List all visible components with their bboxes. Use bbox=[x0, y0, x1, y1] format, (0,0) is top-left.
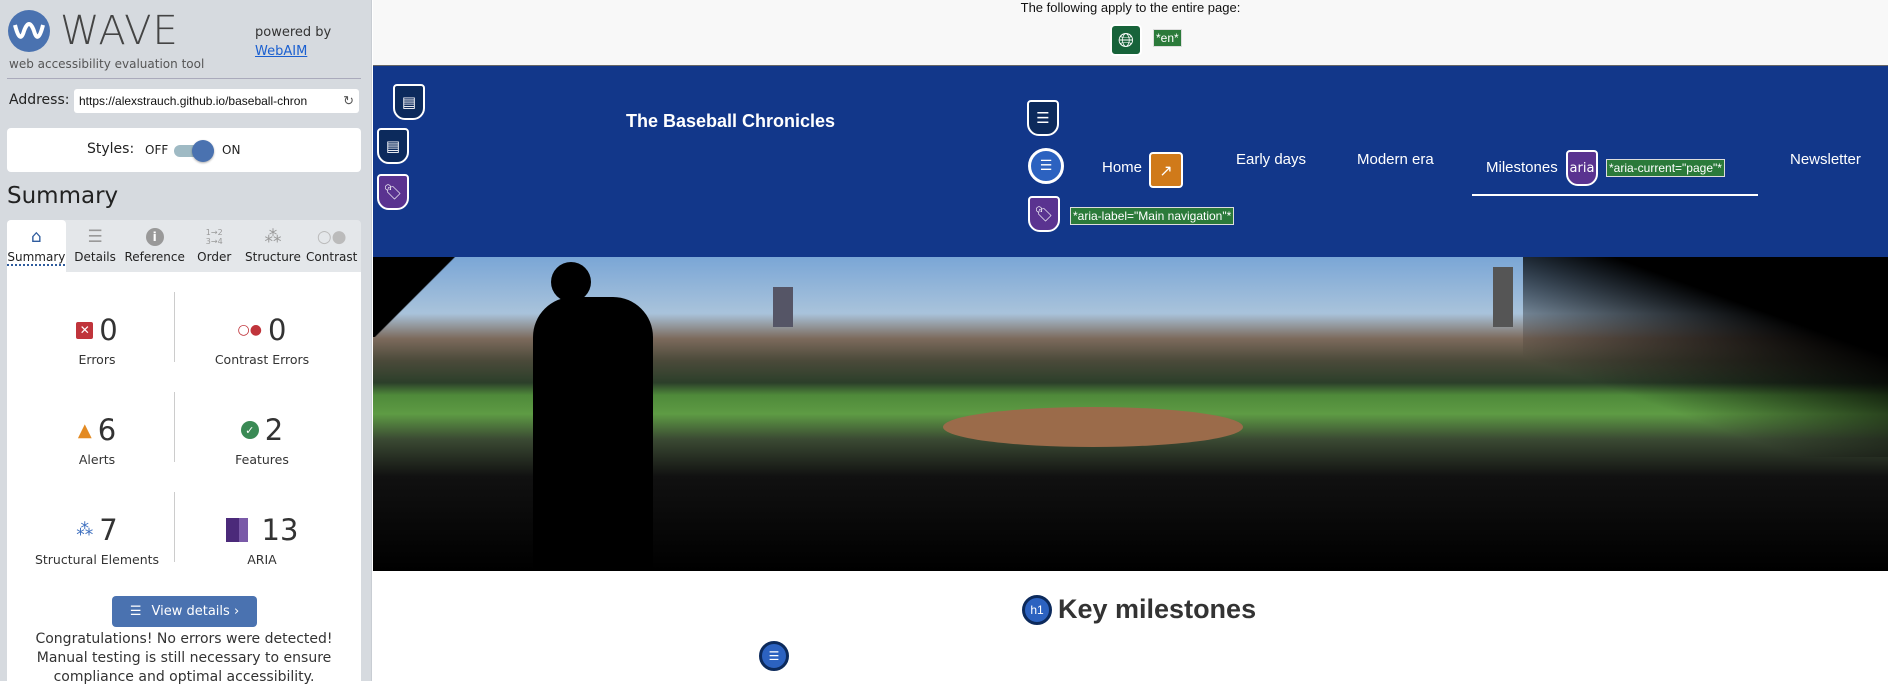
stat-value: 6 bbox=[97, 413, 117, 447]
tab-label: Structure bbox=[245, 250, 301, 264]
aria-icon[interactable]: aria bbox=[1566, 150, 1598, 186]
divider bbox=[7, 78, 361, 79]
contrast-error-icon: ○● bbox=[237, 322, 262, 338]
stat-contrast-errors[interactable]: ○● 0 Contrast Errors bbox=[177, 312, 347, 367]
stat-label: ARIA bbox=[247, 552, 277, 567]
wave-subtitle: web accessibility evaluation tool bbox=[9, 57, 205, 71]
congrats-message: Congratulations! No errors were detected… bbox=[35, 631, 333, 685]
home-icon: ⌂ bbox=[30, 227, 42, 247]
stat-value: 0 bbox=[99, 313, 118, 347]
language-icon[interactable]: 🌐︎ bbox=[1110, 24, 1142, 56]
styles-on-label: ON bbox=[222, 143, 241, 157]
structure-icon: ⁂ bbox=[264, 227, 282, 247]
summary-heading: Summary bbox=[7, 183, 119, 209]
aria-label-icon[interactable]: 🏷︎ bbox=[377, 174, 409, 210]
wave-logo-icon bbox=[8, 10, 50, 52]
tab-label: Reference bbox=[124, 250, 185, 264]
stat-label: Features bbox=[235, 452, 289, 467]
order-icon: 1→2 3→4 bbox=[205, 228, 223, 246]
redundant-link-alert-icon[interactable]: ↗ bbox=[1149, 152, 1183, 188]
nav-early-days[interactable]: Early days bbox=[1236, 151, 1306, 168]
aria-label-tag: *aria-label="Main navigation"* bbox=[1070, 207, 1235, 225]
site-header: ▤ ▤ 🏷︎ The Baseball Chronicles ☰ ☰ 🏷︎ *a… bbox=[373, 66, 1888, 257]
header-region-icon[interactable]: ▤ bbox=[377, 128, 409, 164]
webaim-link[interactable]: WebAIM bbox=[255, 44, 307, 59]
view-details-button[interactable]: ☰ View details › bbox=[112, 596, 257, 627]
stat-label: Structural Elements bbox=[34, 552, 160, 567]
aria-icon bbox=[225, 518, 248, 542]
toggle-knob[interactable] bbox=[192, 140, 214, 162]
stat-label: Alerts bbox=[78, 452, 116, 467]
wave-sidebar: WAVE web accessibility evaluation tool p… bbox=[0, 0, 372, 685]
page-heading: h1 Key milestones bbox=[1022, 594, 1256, 625]
list-icon[interactable]: ☰ bbox=[759, 641, 789, 671]
stat-label: Errors bbox=[78, 352, 116, 367]
info-icon: i bbox=[124, 224, 184, 250]
divider bbox=[174, 492, 175, 562]
stat-value: 0 bbox=[267, 313, 287, 347]
stat-value: 7 bbox=[99, 513, 118, 547]
feature-check-icon: ✓ bbox=[240, 421, 259, 439]
styles-label: Styles: bbox=[87, 141, 135, 157]
styles-toggle-box: Styles: OFF ON bbox=[7, 128, 361, 172]
h1-icon[interactable]: h1 bbox=[1022, 594, 1052, 625]
tab-label: Details bbox=[74, 250, 116, 264]
structure-icon: ⁂ bbox=[76, 520, 94, 540]
nav-home[interactable]: Home bbox=[1102, 159, 1142, 176]
alert-icon: ▲ bbox=[77, 419, 92, 441]
stat-label: Contrast Errors bbox=[214, 352, 310, 367]
contrast-icon: ○● bbox=[316, 227, 347, 247]
aria-label-icon[interactable]: 🏷︎ bbox=[1028, 196, 1060, 232]
nav-milestones[interactable]: Milestones bbox=[1486, 159, 1558, 176]
address-value: https://alexstrauch.github.io/baseball-c… bbox=[79, 94, 308, 108]
tab-summary[interactable]: ⌂ Summary bbox=[7, 220, 66, 272]
wave-title: WAVE bbox=[60, 8, 179, 54]
heading-text: Key milestones bbox=[1058, 594, 1257, 624]
tab-structure[interactable]: ⁂ Structure bbox=[244, 220, 303, 272]
page-level-info: The following apply to the entire page: … bbox=[373, 0, 1888, 66]
stat-features[interactable]: ✓ 2 Features bbox=[177, 412, 347, 467]
list-icon: ☰ bbox=[129, 604, 142, 619]
view-details-label: View details › bbox=[151, 604, 240, 619]
tab-order[interactable]: 1→2 3→4 Order bbox=[185, 220, 244, 272]
tab-label: Contrast bbox=[306, 250, 358, 264]
tab-reference[interactable]: i Reference bbox=[124, 220, 185, 272]
nav-modern-era[interactable]: Modern era bbox=[1357, 151, 1434, 168]
lang-tag: *en* bbox=[1153, 29, 1182, 47]
wave-tabs: ⌂ Summary ☰ Details i Reference 1→2 3→4 Order… bbox=[7, 220, 361, 272]
stat-aria[interactable]: 13 ARIA bbox=[177, 512, 347, 567]
divider bbox=[174, 292, 175, 362]
apply-text: The following apply to the entire page: bbox=[1020, 0, 1241, 15]
list-icon: ☰ bbox=[87, 227, 103, 247]
address-label: Address: bbox=[9, 92, 70, 108]
stat-value: 2 bbox=[264, 413, 284, 447]
tab-contrast[interactable]: ○● Contrast bbox=[302, 220, 361, 272]
stat-value: 13 bbox=[261, 513, 299, 547]
summary-panel: ✕ 0 Errors ○● 0 Contrast Errors ▲ 6 Alerts ✓ 2 F… bbox=[7, 272, 361, 685]
reload-icon[interactable]: ↻ bbox=[343, 93, 354, 109]
site-title[interactable]: The Baseball Chronicles bbox=[626, 111, 835, 132]
styles-off-label: OFF bbox=[145, 143, 169, 157]
powered-by: powered by bbox=[255, 25, 332, 40]
address-input[interactable]: https://alexstrauch.github.io/baseball-c… bbox=[74, 89, 359, 113]
stat-errors[interactable]: ✕ 0 Errors bbox=[12, 312, 182, 367]
stat-alerts[interactable]: ▲ 6 Alerts bbox=[12, 412, 182, 467]
aria-current-tag: *aria-current="page"* bbox=[1606, 159, 1725, 177]
tab-label: Summary bbox=[7, 250, 66, 266]
hero-stadium-image bbox=[373, 257, 1888, 571]
active-underline bbox=[1472, 194, 1758, 196]
list-icon[interactable]: ☰ bbox=[1028, 148, 1064, 184]
stat-structural[interactable]: ⁂ 7 Structural Elements bbox=[12, 512, 182, 567]
divider bbox=[174, 392, 175, 462]
tab-details[interactable]: ☰ Details bbox=[66, 220, 125, 272]
navigation-icon[interactable]: ☰ bbox=[1027, 100, 1059, 136]
tab-label: Order bbox=[197, 250, 232, 264]
error-icon: ✕ bbox=[76, 321, 94, 339]
header-region-icon[interactable]: ▤ bbox=[393, 84, 425, 120]
nav-newsletter[interactable]: Newsletter bbox=[1790, 151, 1861, 168]
